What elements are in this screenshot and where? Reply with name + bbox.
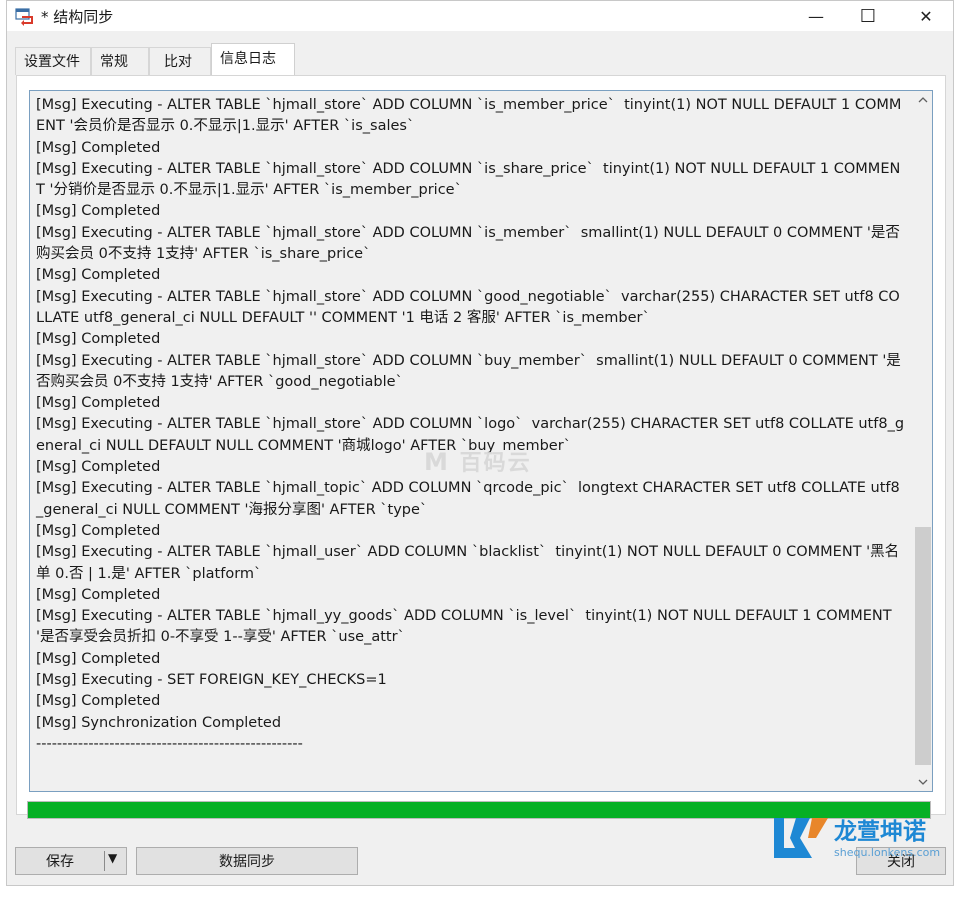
log-line: [Msg] Completed	[36, 522, 161, 539]
save-button-label: 保存	[46, 854, 74, 870]
save-dropdown-icon[interactable]: ▼	[108, 851, 117, 865]
data-sync-button[interactable]: 数据同步	[136, 847, 358, 875]
log-line: [Msg] Executing - ALTER TABLE `hjmall_st…	[36, 97, 902, 135]
tab-settings-file[interactable]: 设置文件	[15, 47, 91, 75]
log-line: [Msg] Synchronization Completed	[36, 714, 282, 731]
sync-window: * 结构同步 — ☐ ✕ 设置文件 常规 比对 信息日志 [Msg] Execu…	[6, 0, 954, 886]
watermark-logo: M 百码云	[424, 445, 532, 477]
log-line: [Msg] Completed	[36, 395, 161, 412]
log-line: [Msg] Completed	[36, 650, 161, 667]
scroll-up-icon[interactable]	[914, 91, 932, 109]
tab-general[interactable]: 常规	[91, 47, 149, 75]
log-line: [Msg] Executing - ALTER TABLE `hjmall_st…	[36, 288, 900, 326]
vertical-scrollbar[interactable]	[914, 91, 932, 791]
log-line: [Msg] Executing - ALTER TABLE `hjmall_us…	[36, 544, 900, 582]
save-button[interactable]: 保存 ▼	[15, 847, 127, 875]
sync-app-icon	[15, 6, 35, 26]
tab-compare[interactable]: 比对	[149, 47, 211, 75]
scrollbar-thumb[interactable]	[915, 527, 931, 765]
log-line: [Msg] Completed	[36, 267, 161, 284]
log-line: ----------------------------------------…	[36, 735, 303, 752]
log-line: [Msg] Completed	[36, 586, 161, 603]
brand-url: shequ.lonkens.com	[834, 846, 941, 859]
save-divider	[104, 851, 105, 871]
log-textarea[interactable]: [Msg] Executing - ALTER TABLE `hjmall_st…	[29, 90, 933, 792]
brand-logo: 龙萱坤诺 shequ.lonkens.com	[772, 812, 956, 864]
log-line: [Msg] Completed	[36, 331, 161, 348]
window-title: * 结构同步	[41, 8, 114, 26]
title-bar: * 结构同步 — ☐ ✕	[7, 1, 953, 31]
maximize-button[interactable]: ☐	[845, 1, 891, 31]
log-line: [Msg] Executing - SET FOREIGN_KEY_CHECKS…	[36, 672, 387, 689]
log-line: [Msg] Executing - ALTER TABLE `hjmall_to…	[36, 480, 900, 518]
close-window-button[interactable]: ✕	[903, 1, 949, 31]
tab-message-log[interactable]: 信息日志	[211, 43, 295, 75]
log-line: [Msg] Completed	[36, 139, 161, 156]
scroll-down-icon[interactable]	[914, 773, 932, 791]
watermark-m-icon: M	[424, 448, 450, 476]
log-line: [Msg] Executing - ALTER TABLE `hjmall_st…	[36, 160, 901, 199]
log-content: [Msg] Executing - ALTER TABLE `hjmall_st…	[36, 95, 906, 755]
log-line: [Msg] Executing - ALTER TABLE `hjmall_yy…	[36, 608, 897, 646]
lk-logo-icon	[774, 818, 828, 858]
watermark-text: 百码云	[459, 451, 532, 476]
log-line: [Msg] Executing - ALTER TABLE `hjmall_st…	[36, 224, 900, 263]
log-line: [Msg] Completed	[36, 693, 161, 710]
brand-name: 龙萱坤诺	[834, 819, 926, 845]
log-line: [Msg] Completed	[36, 203, 161, 220]
log-line: [Msg] Executing - ALTER TABLE `hjmall_st…	[36, 352, 901, 390]
minimize-button[interactable]: —	[793, 1, 839, 31]
